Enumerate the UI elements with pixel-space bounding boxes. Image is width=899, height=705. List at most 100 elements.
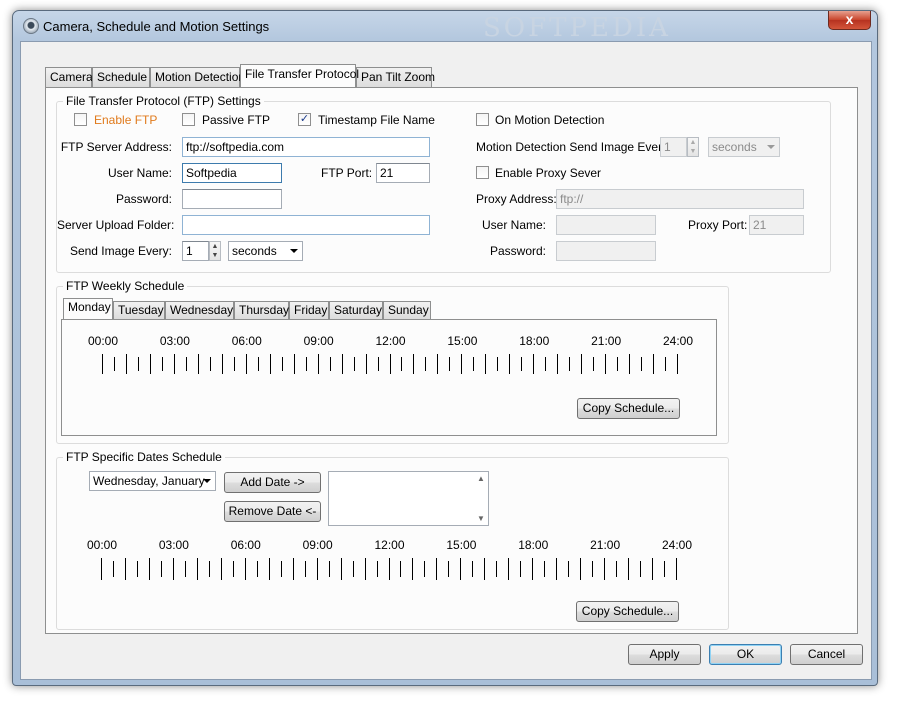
timestamp-checkbox[interactable]: ✓ bbox=[298, 113, 311, 126]
time-slot-tick[interactable] bbox=[424, 561, 425, 577]
day-tab-tuesday[interactable]: Tuesday bbox=[113, 301, 165, 319]
time-slot-tick[interactable] bbox=[269, 558, 270, 580]
send-every-unit-select[interactable]: seconds bbox=[228, 241, 303, 261]
time-slot-tick[interactable] bbox=[281, 561, 282, 577]
time-slot-tick[interactable] bbox=[186, 357, 187, 371]
time-slot-tick[interactable] bbox=[425, 357, 426, 371]
time-slot-tick[interactable] bbox=[330, 357, 331, 371]
motion-unit-select[interactable]: seconds bbox=[708, 137, 780, 157]
time-slot-tick[interactable] bbox=[234, 357, 235, 371]
tab-camera[interactable]: Camera bbox=[45, 67, 93, 87]
time-slot-tick[interactable] bbox=[557, 354, 558, 374]
day-tab-friday[interactable]: Friday bbox=[289, 301, 329, 319]
time-slot-tick[interactable] bbox=[173, 558, 174, 580]
time-slot-tick[interactable] bbox=[282, 357, 283, 371]
time-slot-tick[interactable] bbox=[460, 558, 461, 580]
time-slot-tick[interactable] bbox=[532, 558, 533, 580]
time-slot-tick[interactable] bbox=[653, 354, 654, 374]
time-slot-tick[interactable] bbox=[377, 561, 378, 577]
time-slot-tick[interactable] bbox=[365, 558, 366, 580]
time-slot-tick[interactable] bbox=[473, 357, 474, 371]
time-slot-tick[interactable] bbox=[341, 558, 342, 580]
time-slot-tick[interactable] bbox=[366, 354, 367, 374]
time-slot-tick[interactable] bbox=[138, 357, 139, 371]
time-slot-tick[interactable] bbox=[640, 561, 641, 577]
time-slot-tick[interactable] bbox=[508, 558, 509, 580]
proxy-user-name-input[interactable] bbox=[556, 215, 656, 235]
time-slot-tick[interactable] bbox=[221, 558, 222, 580]
time-slot-tick[interactable] bbox=[306, 357, 307, 371]
day-tab-wednesday[interactable]: Wednesday bbox=[165, 301, 234, 319]
day-tab-saturday[interactable]: Saturday bbox=[329, 301, 383, 319]
time-slot-tick[interactable] bbox=[162, 357, 163, 371]
time-slot-tick[interactable] bbox=[161, 561, 162, 577]
time-slot-tick[interactable] bbox=[294, 354, 295, 374]
title-bar[interactable]: Camera, Schedule and Motion Settings SOF… bbox=[13, 11, 877, 43]
time-slot-tick[interactable] bbox=[520, 561, 521, 577]
time-slot-tick[interactable] bbox=[222, 354, 223, 374]
time-slot-tick[interactable] bbox=[209, 561, 210, 577]
date-picker-select[interactable]: Wednesday, January bbox=[89, 471, 216, 491]
time-slot-tick[interactable] bbox=[245, 558, 246, 580]
time-slot-tick[interactable] bbox=[101, 558, 102, 580]
tab-file-transfer-protocol[interactable]: File Transfer Protocol bbox=[240, 64, 359, 87]
time-slot-tick[interactable] bbox=[556, 558, 557, 580]
time-slot-tick[interactable] bbox=[664, 561, 665, 577]
time-slot-tick[interactable] bbox=[592, 561, 593, 577]
user-name-input[interactable]: Softpedia bbox=[182, 163, 282, 183]
time-slot-tick[interactable] bbox=[521, 357, 522, 371]
weekly-copy-schedule-button[interactable]: Copy Schedule... bbox=[577, 398, 680, 419]
time-slot-tick[interactable] bbox=[497, 357, 498, 371]
time-slot-tick[interactable] bbox=[113, 561, 114, 577]
day-tab-sunday[interactable]: Sunday bbox=[383, 301, 431, 319]
time-slot-tick[interactable] bbox=[509, 354, 510, 374]
proxy-password-input[interactable] bbox=[556, 241, 656, 261]
time-slot-tick[interactable] bbox=[305, 561, 306, 577]
time-slot-tick[interactable] bbox=[641, 357, 642, 371]
motion-send-every-input[interactable]: 1 bbox=[660, 137, 687, 157]
time-slot-tick[interactable] bbox=[197, 558, 198, 580]
time-slot-tick[interactable] bbox=[378, 357, 379, 371]
time-slot-tick[interactable] bbox=[233, 561, 234, 577]
time-slot-tick[interactable] bbox=[258, 357, 259, 371]
scroll-up-icon[interactable]: ▲ bbox=[476, 474, 486, 483]
time-slot-tick[interactable] bbox=[677, 354, 678, 374]
time-slot-tick[interactable] bbox=[114, 357, 115, 371]
time-slot-tick[interactable] bbox=[544, 561, 545, 577]
time-slot-tick[interactable] bbox=[593, 357, 594, 371]
time-slot-tick[interactable] bbox=[652, 558, 653, 580]
send-every-input[interactable]: 1 bbox=[182, 241, 209, 261]
time-slot-tick[interactable] bbox=[472, 561, 473, 577]
enable-ftp-checkbox[interactable] bbox=[74, 113, 87, 126]
spinner-arrows-icon[interactable]: ▲ ▼ bbox=[209, 241, 221, 261]
specific-copy-schedule-button[interactable]: Copy Schedule... bbox=[576, 601, 679, 622]
time-slot-tick[interactable] bbox=[246, 354, 247, 374]
close-button[interactable]: x bbox=[828, 11, 871, 30]
time-slot-tick[interactable] bbox=[342, 354, 343, 374]
time-slot-tick[interactable] bbox=[437, 354, 438, 374]
time-slot-tick[interactable] bbox=[270, 354, 271, 374]
time-slot-tick[interactable] bbox=[616, 561, 617, 577]
tab-schedule[interactable]: Schedule bbox=[92, 67, 150, 87]
proxy-address-input[interactable]: ftp:// bbox=[556, 189, 804, 209]
add-date-button[interactable]: Add Date -> bbox=[224, 472, 321, 493]
server-address-input[interactable]: ftp://softpedia.com bbox=[182, 137, 430, 157]
time-slot-tick[interactable] bbox=[461, 354, 462, 374]
time-slot-tick[interactable] bbox=[569, 357, 570, 371]
time-slot-tick[interactable] bbox=[150, 354, 151, 374]
time-slot-tick[interactable] bbox=[185, 561, 186, 577]
on-motion-checkbox[interactable] bbox=[476, 113, 489, 126]
time-slot-tick[interactable] bbox=[329, 561, 330, 577]
time-slot-tick[interactable] bbox=[580, 558, 581, 580]
time-slot-tick[interactable] bbox=[581, 354, 582, 374]
upload-folder-input[interactable] bbox=[182, 215, 430, 235]
time-slot-tick[interactable] bbox=[125, 558, 126, 580]
time-slot-tick[interactable] bbox=[389, 558, 390, 580]
day-tab-thursday[interactable]: Thursday bbox=[234, 301, 289, 319]
ok-button[interactable]: OK bbox=[709, 644, 782, 665]
time-slot-tick[interactable] bbox=[448, 561, 449, 577]
time-slot-tick[interactable] bbox=[126, 354, 127, 374]
time-slot-tick[interactable] bbox=[149, 558, 150, 580]
time-slot-tick[interactable] bbox=[568, 561, 569, 577]
time-slot-tick[interactable] bbox=[317, 558, 318, 580]
